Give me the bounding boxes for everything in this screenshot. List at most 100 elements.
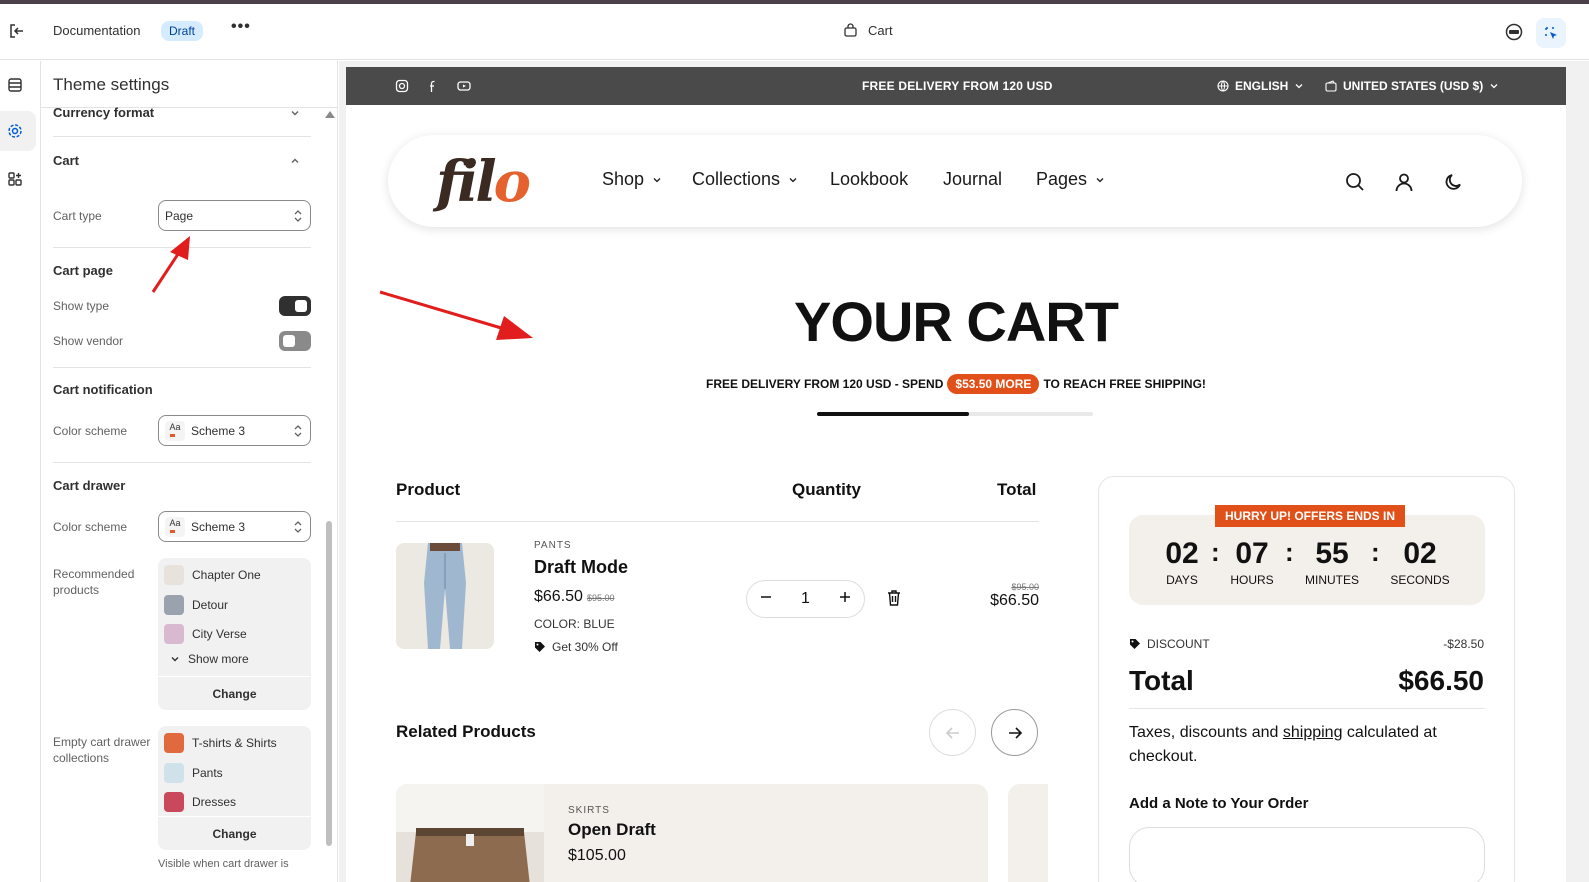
currency-format-section[interactable]: Currency format [53, 105, 154, 120]
template-selector[interactable]: Cart [843, 23, 893, 38]
related-product-card[interactable]: SKIRTS Open Draft $105.00 [396, 784, 988, 882]
drawer-color-scheme-select[interactable]: Aa Scheme 3 [158, 511, 311, 542]
minus-icon[interactable] [759, 590, 773, 609]
related-product-card-peek[interactable] [1008, 784, 1048, 882]
show-type-label: Show type [53, 299, 110, 313]
shipping-link[interactable]: shipping [1283, 724, 1343, 741]
account-icon[interactable] [1393, 171, 1415, 193]
show-vendor-toggle[interactable] [279, 331, 311, 351]
panel-scrollbar[interactable] [326, 521, 332, 846]
list-item[interactable]: Dresses [164, 792, 236, 812]
progress-fill [817, 412, 969, 416]
carousel-next-button[interactable] [991, 709, 1038, 756]
recommended-products-label: Recommended products [53, 567, 135, 597]
line-total-value: $66.50 [990, 592, 1039, 609]
hurry-badge: HURRY UP! OFFERS ENDS IN [1215, 505, 1406, 527]
nav-pages[interactable]: Pages [1036, 169, 1105, 190]
arrow-left-icon [945, 726, 959, 739]
cart-drawer-heading: Cart drawer [53, 478, 126, 493]
order-note-textarea[interactable] [1129, 827, 1485, 882]
logo-dark-part: fil [436, 149, 497, 215]
theme-settings-panel: Theme settings Currency format Cart Cart… [41, 61, 338, 882]
list-item[interactable]: City Verse [164, 624, 247, 644]
search-icon[interactable] [1344, 171, 1366, 193]
empty-cart-collections-label: Empty cart drawer collections [53, 735, 151, 765]
list-item[interactable]: Detour [164, 595, 228, 615]
show-type-toggle[interactable] [279, 296, 311, 316]
announcement-bar: FREE DELIVERY FROM 120 USD ENGLISH UNITE… [346, 67, 1566, 105]
chevron-up-icon[interactable] [289, 155, 301, 167]
inspector-icon[interactable] [1536, 18, 1566, 48]
apps-icon[interactable] [5, 169, 25, 189]
instagram-icon[interactable] [395, 79, 409, 93]
moon-icon[interactable] [1443, 171, 1465, 193]
nav-shop[interactable]: Shop [602, 169, 662, 190]
toggle-knob [295, 300, 307, 312]
carousel-prev-button[interactable] [929, 709, 976, 756]
language-label: ENGLISH [1235, 79, 1289, 93]
related-product-vendor: SKIRTS [568, 805, 610, 816]
quantity-stepper: 1 [746, 580, 865, 618]
show-more-button[interactable]: Show more [170, 652, 249, 666]
quantity-input[interactable]: 1 [801, 590, 810, 608]
arrow-right-icon [1008, 726, 1022, 739]
product-option: COLOR: BLUE [534, 617, 615, 631]
language-selector[interactable]: ENGLISH [1217, 79, 1304, 93]
product-name[interactable]: Draft Mode [534, 557, 628, 578]
list-item-label: Chapter One [192, 568, 261, 582]
theme-settings-icon[interactable] [5, 121, 25, 141]
list-item-label: Detour [192, 598, 229, 612]
free-shipping-progress [817, 412, 1093, 416]
country-label: UNITED STATES (USD $) [1343, 79, 1484, 93]
notification-color-scheme-select[interactable]: Aa Scheme 3 [158, 415, 311, 446]
wallet-icon [1325, 80, 1337, 92]
country-selector[interactable]: UNITED STATES (USD $) [1325, 79, 1499, 93]
nav-journal[interactable]: Journal [943, 169, 1002, 190]
product-vendor: PANTS [534, 540, 572, 551]
cart-page-heading: Cart page [53, 263, 113, 278]
scroll-up-arrow[interactable] [325, 111, 335, 118]
cart-type-select[interactable]: Page [158, 200, 311, 231]
preview-icon[interactable] [1505, 23, 1523, 41]
nav-collections[interactable]: Collections [692, 169, 798, 190]
related-products-heading: Related Products [396, 722, 536, 741]
change-recommended-button[interactable]: Change [158, 676, 311, 710]
free-shipping-prefix: FREE DELIVERY FROM 120 USD - SPEND [706, 377, 944, 391]
theme-name[interactable]: Documentation [53, 23, 140, 38]
countdown-days: 02 [1165, 537, 1199, 570]
product-image[interactable] [396, 543, 494, 649]
scheme-value: Scheme 3 [191, 519, 246, 534]
sections-icon[interactable] [5, 75, 25, 95]
list-item[interactable]: Chapter One [164, 565, 261, 585]
more-actions-button[interactable]: ••• [231, 18, 251, 36]
scheme-swatch: Aa [165, 516, 185, 537]
discount-tag: Get 30% Off [534, 640, 618, 654]
cart-type-value: Page [165, 208, 194, 223]
chevron-down-icon [653, 177, 661, 182]
countdown-hours-label: HOURS [1230, 573, 1274, 587]
select-arrows-icon [294, 425, 302, 437]
facebook-icon[interactable] [426, 79, 440, 93]
collection-thumbnail [164, 763, 184, 783]
product-thumbnail [164, 595, 184, 615]
plus-icon[interactable] [838, 590, 852, 609]
youtube-icon[interactable] [457, 79, 471, 93]
exit-icon[interactable] [6, 20, 28, 42]
countdown-minutes: 55 [1315, 537, 1349, 570]
change-collections-button[interactable]: Change [158, 816, 311, 850]
select-arrows-icon [294, 210, 302, 222]
store-preview: FREE DELIVERY FROM 120 USD ENGLISH UNITE… [346, 67, 1566, 882]
trash-icon[interactable] [886, 589, 902, 607]
store-logo[interactable]: filo [436, 149, 531, 215]
nav-lookbook[interactable]: Lookbook [830, 169, 908, 190]
list-item[interactable]: T-shirts & Shirts [164, 733, 277, 753]
price-value: $66.50 [534, 588, 583, 605]
chevron-down-icon[interactable] [289, 107, 301, 119]
nav-label: Shop [602, 169, 645, 189]
free-shipping-suffix: TO REACH FREE SHIPPING! [1043, 377, 1206, 391]
cart-section[interactable]: Cart [53, 153, 79, 168]
total-label: Total [1129, 665, 1194, 696]
column-total: Total [997, 480, 1037, 499]
chevron-down-icon [789, 177, 797, 182]
list-item[interactable]: Pants [164, 763, 223, 783]
